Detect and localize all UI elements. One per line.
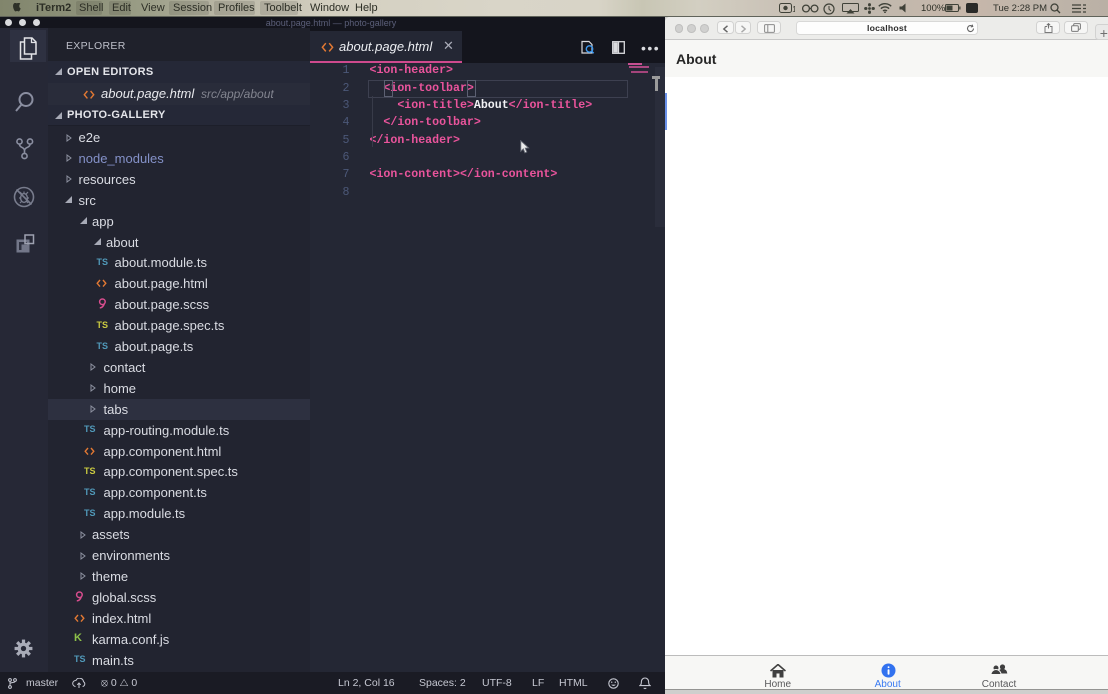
svg-text:1: 1 [792,5,795,14]
